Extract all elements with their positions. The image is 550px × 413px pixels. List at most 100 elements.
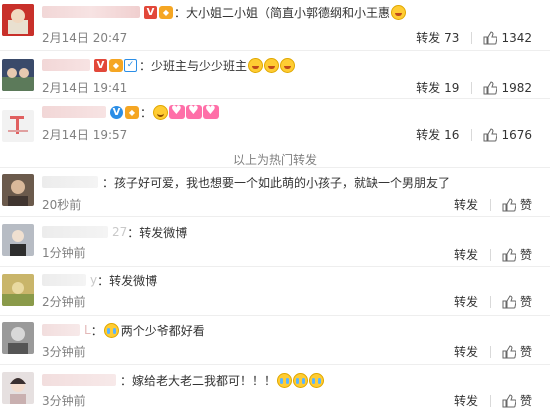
repost-button[interactable]: 转发: [454, 196, 478, 213]
thumbs-up-icon: [502, 393, 516, 407]
timestamp: 1分钟前: [42, 246, 86, 260]
hot-reposts-divider-label: 以上为热门转发: [232, 153, 317, 167]
divider: [471, 128, 473, 141]
username-blurred[interactable]: [42, 6, 140, 18]
laughing-emoji-icon: [391, 4, 407, 20]
gold-medal-icon: ◆: [109, 58, 123, 72]
avatar[interactable]: [2, 4, 34, 36]
crying-emoji-icon: [293, 372, 309, 388]
thumbs-up-icon: [483, 80, 498, 94]
laughing-emoji-icon: [248, 57, 264, 73]
gold-medal-icon: ◆: [159, 5, 173, 19]
like-button[interactable]: 赞: [502, 246, 532, 263]
thumbs-up-icon: [502, 344, 516, 358]
username-blurred[interactable]: [42, 324, 80, 336]
divider: [489, 198, 491, 211]
timestamp: 3分钟前: [42, 394, 86, 408]
hot-repost-item: V ◆ ： 2月14日 19:57 转发16 1676: [0, 102, 550, 146]
hot-repost-item: V ◆ ✓ ： 少班主与少少班主 2月14日 19:41 转发 19 1982: [0, 55, 550, 97]
timestamp: 2月14日 19:41: [42, 81, 128, 95]
divider: [0, 167, 550, 168]
repost-item: y ： 转发微博 2分钟前 转发 赞: [0, 270, 550, 316]
checklist-icon: ✓: [124, 58, 137, 72]
crying-emoji-icon: [309, 372, 325, 388]
like-button[interactable]: 1982: [483, 81, 532, 95]
avatar[interactable]: [2, 372, 34, 404]
thumbs-up-icon: [502, 294, 516, 308]
divider: [471, 81, 473, 94]
timestamp: 2分钟前: [42, 295, 86, 309]
divider: [489, 394, 491, 407]
comment-text: 转发微博: [139, 225, 188, 240]
repost-button[interactable]: 转发: [454, 343, 478, 360]
divider: [0, 315, 550, 316]
heart-emoji-icon: [186, 103, 203, 119]
divider: [0, 50, 550, 51]
username-fragment[interactable]: L: [84, 323, 91, 337]
like-button[interactable]: 赞: [502, 392, 532, 409]
repost-button[interactable]: 转发 19: [416, 79, 459, 96]
laughing-emoji-icon: [280, 57, 296, 73]
repost-item: ： 嫁给老大老二我都可！！！ 3分钟前 转发 赞: [0, 370, 550, 413]
repost-item: L ： 两个少爷都好看 3分钟前 转发 赞: [0, 320, 550, 364]
avatar[interactable]: [2, 59, 34, 91]
comment-text: 大小姐二小姐（简直小郭德纲和小王惠: [186, 5, 391, 20]
repost-button[interactable]: 转发: [454, 293, 478, 310]
like-button[interactable]: 赞: [502, 343, 532, 360]
laughing-emoji-icon: [264, 57, 280, 73]
divider: [0, 216, 550, 217]
username-fragment[interactable]: y: [90, 273, 97, 287]
vip-v-icon: V: [94, 58, 107, 72]
crying-emoji-icon: [277, 372, 293, 388]
divider: [489, 248, 491, 261]
avatar[interactable]: [2, 274, 34, 306]
avatar[interactable]: [2, 224, 34, 256]
repost-item: 27 ： 转发微博 1分钟前 转发 赞: [0, 222, 550, 266]
repost-button[interactable]: 转发 16: [416, 126, 459, 143]
vip-v-icon: V: [144, 5, 157, 19]
repost-item: ： 孩子好可爱，我也想要一个如此萌的小孩子，就缺一个男朋友了 20秒前 转发 赞: [0, 172, 550, 216]
comment-text: 嫁给老大老二我都可！！！: [132, 373, 277, 388]
heart-emoji-icon: [169, 103, 186, 119]
like-button[interactable]: 1342: [483, 31, 532, 45]
username-blurred[interactable]: [42, 226, 108, 238]
thumbs-up-icon: [483, 30, 498, 44]
username-fragment[interactable]: 27: [112, 225, 127, 239]
comment-text: 孩子好可爱，我也想要一个如此萌的小孩子，就缺一个男朋友了: [114, 175, 451, 190]
thumbs-up-icon: [502, 247, 516, 261]
timestamp: 2月14日 20:47: [42, 31, 128, 45]
comment-text: 转发微博: [109, 273, 158, 288]
heart-emoji-icon: [203, 103, 220, 119]
like-button[interactable]: 赞: [502, 196, 532, 213]
divider: [0, 364, 550, 365]
repost-button[interactable]: 转发 73: [416, 29, 459, 46]
username-blurred[interactable]: [42, 374, 116, 386]
divider: [471, 31, 473, 44]
repost-button[interactable]: 转发: [454, 392, 478, 409]
username-blurred[interactable]: [42, 59, 90, 71]
divider: [0, 98, 550, 99]
avatar[interactable]: [2, 110, 34, 142]
avatar[interactable]: [2, 174, 34, 206]
hot-repost-item: V ◆ ： 大小姐二小姐（简直小郭德纲和小王惠 2月14日 20:47 转发 73…: [0, 2, 550, 50]
divider: [489, 345, 491, 358]
divider: [489, 295, 491, 308]
like-button[interactable]: 1676: [483, 128, 532, 142]
avatar[interactable]: [2, 322, 34, 354]
repost-button[interactable]: 转发: [454, 246, 478, 263]
username-blurred[interactable]: [42, 106, 106, 118]
smile-emoji-icon: [153, 104, 169, 120]
timestamp: 2月14日 19:57: [42, 128, 128, 142]
timestamp: 20秒前: [42, 198, 82, 212]
timestamp: 3分钟前: [42, 345, 86, 359]
like-button[interactable]: 赞: [502, 293, 532, 310]
verified-blue-v-icon: V: [110, 105, 123, 119]
comment-text: 少班主与少少班主: [151, 58, 248, 73]
comment-text: 两个少爷都好看: [120, 323, 205, 338]
gold-medal-icon: ◆: [125, 105, 139, 119]
username-blurred[interactable]: [42, 176, 98, 188]
divider: [0, 266, 550, 267]
thumbs-up-icon: [483, 127, 498, 141]
thumbs-up-icon: [502, 197, 516, 211]
username-blurred[interactable]: [42, 274, 86, 286]
